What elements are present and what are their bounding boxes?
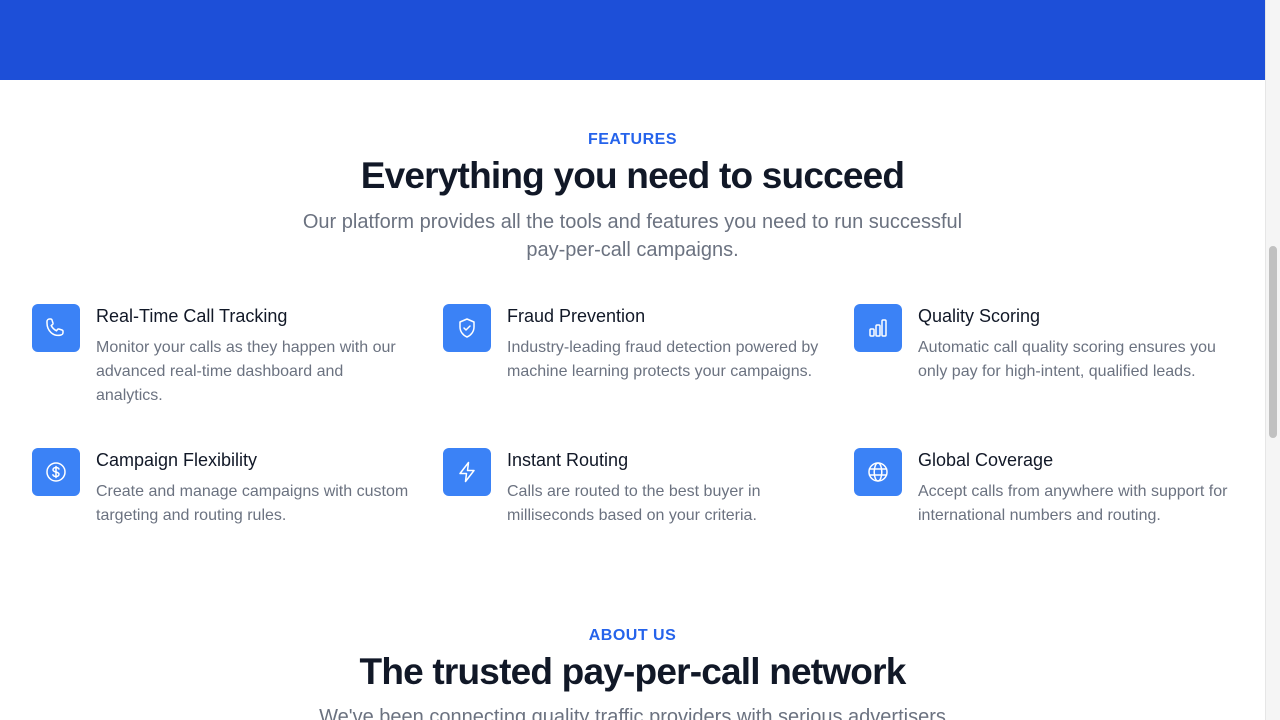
about-subtitle: We've been connecting quality traffic pr… [319, 706, 946, 720]
feature-description: Accept calls from anywhere with support … [918, 483, 1228, 524]
vertical-scrollbar[interactable] [1265, 0, 1280, 720]
feature-description: Monitor your calls as they happen with o… [96, 339, 396, 404]
feature-card: Real-Time Call Tracking Monitor your cal… [32, 304, 411, 408]
shield-check-icon [443, 304, 491, 352]
feature-description: Calls are routed to the best buyer in mi… [507, 483, 761, 524]
feature-title: Quality Scoring [918, 306, 1041, 326]
features-grid: Real-Time Call Tracking Monitor your cal… [32, 304, 1233, 528]
features-subtitle-wrap: Our platform provides all the tools and … [0, 208, 1265, 264]
scrollbar-thumb[interactable] [1269, 246, 1277, 438]
feature-title: Real-Time Call Tracking [96, 306, 288, 326]
about-title: The trusted pay-per-call network [359, 651, 907, 692]
features-subtitle: Our platform provides all the tools and … [302, 211, 963, 261]
phone-icon [32, 304, 80, 352]
feature-description: Automatic call quality scoring ensures y… [918, 339, 1216, 380]
lightning-bolt-icon [443, 448, 491, 496]
features-title: Everything you need to succeed [360, 155, 905, 196]
feature-card: Campaign Flexibility Create and manage c… [32, 448, 411, 528]
feature-body: Real-Time Call Tracking Monitor your cal… [96, 304, 411, 408]
feature-card: Global Coverage Accept calls from anywhe… [854, 448, 1233, 528]
feature-title: Campaign Flexibility [96, 450, 258, 470]
feature-card: Fraud Prevention Industry-leading fraud … [443, 304, 822, 408]
features-eyebrow: FEATURES [587, 131, 678, 148]
feature-body: Global Coverage Accept calls from anywhe… [918, 448, 1233, 528]
feature-title: Fraud Prevention [507, 306, 646, 326]
feature-description: Industry-leading fraud detection powered… [507, 339, 819, 380]
feature-title: Instant Routing [507, 450, 629, 470]
about-eyebrow: ABOUT US [588, 627, 677, 644]
feature-description: Create and manage campaigns with custom … [96, 483, 409, 524]
feature-body: Instant Routing Calls are routed to the … [507, 448, 822, 528]
feature-card: Instant Routing Calls are routed to the … [443, 448, 822, 528]
feature-body: Campaign Flexibility Create and manage c… [96, 448, 411, 528]
bar-chart-icon [854, 304, 902, 352]
hero-band [0, 0, 1265, 80]
feature-body: Quality Scoring Automatic call quality s… [918, 304, 1233, 384]
feature-body: Fraud Prevention Industry-leading fraud … [507, 304, 822, 384]
feature-card: Quality Scoring Automatic call quality s… [854, 304, 1233, 408]
page: FEATURES Everything you need to succeed … [0, 0, 1265, 720]
dollar-circle-icon [32, 448, 80, 496]
globe-icon [854, 448, 902, 496]
feature-title: Global Coverage [918, 450, 1054, 470]
